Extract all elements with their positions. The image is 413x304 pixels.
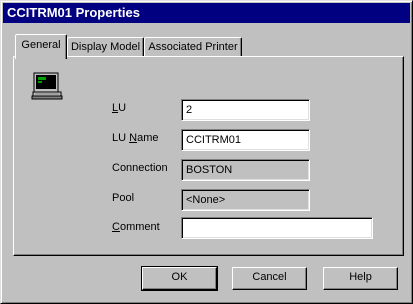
connection-label: Connection (112, 162, 168, 174)
cancel-button[interactable]: Cancel (232, 267, 307, 290)
properties-dialog: CCITRM01 Properties General Display Mode… (0, 0, 413, 304)
pool-label: Pool (112, 192, 135, 204)
comment-field[interactable] (181, 217, 373, 239)
lu-name-field[interactable]: CCITRM01 (181, 129, 310, 151)
terminal-monitor-icon (31, 72, 63, 100)
tab-general-label: General (21, 39, 61, 51)
window-title: CCITRM01 Properties (7, 5, 140, 20)
comment-label: Comment (112, 221, 160, 233)
title-bar: CCITRM01 Properties (3, 3, 410, 23)
tab-associated-printer[interactable]: Associated Printer (144, 37, 242, 57)
connection-field: BOSTON (181, 159, 310, 181)
lu-label: LU (112, 102, 127, 114)
tab-display-model-label: Display Model (70, 41, 141, 53)
pool-field: <None> (181, 189, 310, 211)
help-button[interactable]: Help (323, 267, 398, 290)
lu-field[interactable]: 2 (181, 99, 310, 121)
ok-button[interactable]: OK (141, 266, 218, 291)
tab-display-model[interactable]: Display Model (67, 37, 144, 57)
tab-general[interactable]: General (15, 34, 67, 59)
tab-associated-printer-label: Associated Printer (148, 41, 238, 53)
lu-name-label: LU Name (112, 132, 159, 144)
